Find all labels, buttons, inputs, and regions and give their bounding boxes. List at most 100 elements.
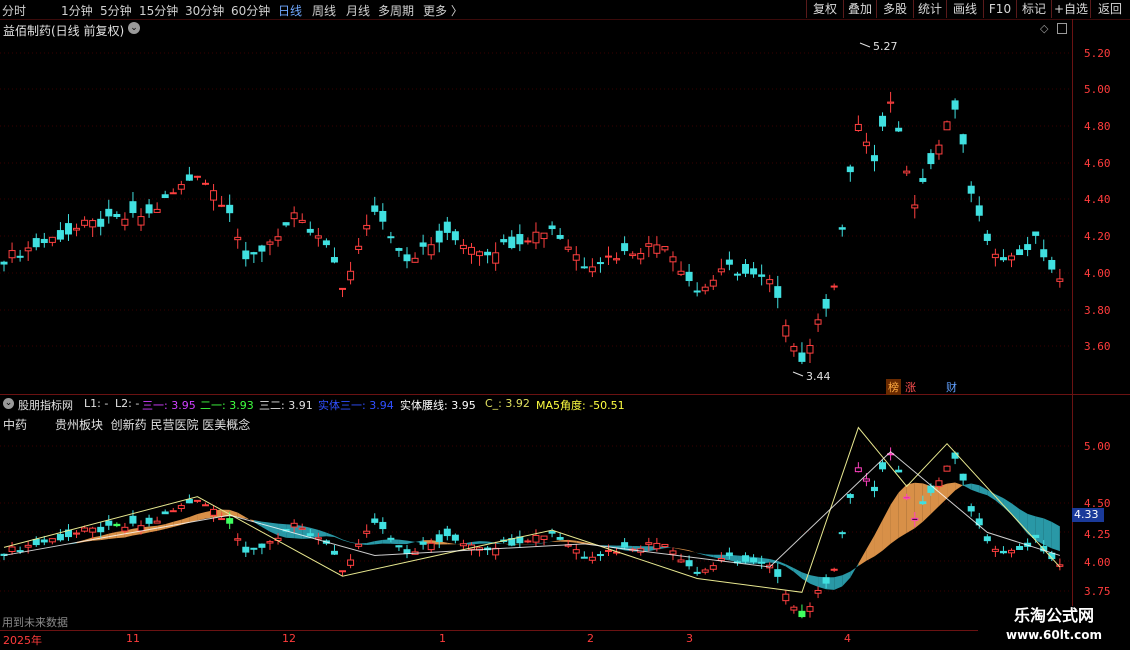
- candle-body: [395, 248, 403, 251]
- draw-line-button[interactable]: 画线: [946, 0, 983, 18]
- candle-body: [492, 252, 500, 264]
- ma-band-segment: [527, 543, 536, 545]
- f10-button[interactable]: F10: [983, 0, 1016, 18]
- indicator-candle-body: [226, 518, 234, 524]
- indicator-candle-body: [395, 545, 403, 548]
- indicator-candle-body: [435, 534, 443, 543]
- period-fenshi[interactable]: 分时: [2, 2, 26, 19]
- event-tag-rank[interactable]: 榜: [886, 379, 901, 395]
- ma-band-segment: [955, 482, 964, 491]
- candle-body: [879, 115, 887, 127]
- overlay-button[interactable]: 叠加: [843, 0, 876, 18]
- candle-body: [153, 208, 161, 213]
- indicator-candle-body: [129, 515, 137, 524]
- indicator-candle-body: [193, 499, 201, 502]
- ma-band-segment: [261, 521, 270, 532]
- candle-body: [1008, 255, 1015, 261]
- candle-body: [298, 219, 306, 223]
- period-60min[interactable]: 60分钟: [231, 2, 270, 19]
- ma-band-segment: [785, 564, 794, 572]
- adjust-button[interactable]: 复权: [806, 0, 843, 18]
- indicator-candle-body: [403, 549, 411, 554]
- candle-body: [532, 231, 540, 244]
- indicator-candle-body: [548, 531, 556, 534]
- candle-body: [596, 262, 604, 265]
- high-pointer: [859, 42, 871, 48]
- ma-band-segment: [407, 540, 416, 545]
- candle-body: [451, 231, 459, 241]
- candle-body: [16, 255, 24, 258]
- period-multi[interactable]: 多周期: [378, 2, 414, 19]
- candle-body: [8, 250, 16, 259]
- candle-body: [564, 246, 572, 250]
- time-axis-label: 4: [844, 632, 851, 645]
- event-tag-rise[interactable]: 涨: [903, 379, 918, 395]
- price-tick: 4.40: [1084, 193, 1111, 206]
- back-button[interactable]: 返回: [1090, 0, 1129, 18]
- add-watchlist-button[interactable]: +自选: [1051, 0, 1090, 18]
- indicator-candle-body: [870, 486, 878, 492]
- indicator-candle-body: [532, 534, 540, 543]
- indicator-candle-body: [298, 527, 306, 530]
- time-axis-label: 3: [686, 632, 693, 645]
- candlestick-chart[interactable]: 5.27 3.44: [0, 19, 1072, 394]
- candle-body: [242, 250, 250, 260]
- indicator-candle-body: [177, 505, 185, 509]
- indicator-candle-body: [363, 530, 371, 534]
- indicator-chart[interactable]: [0, 395, 1072, 630]
- candle-body: [822, 298, 830, 309]
- period-daily[interactable]: 日线: [278, 2, 302, 19]
- candle-body: [854, 123, 862, 132]
- indicator-candle-body: [919, 501, 927, 505]
- candle-body: [467, 246, 475, 255]
- candle-body: [983, 233, 991, 241]
- period-more[interactable]: 更多 〉: [423, 2, 463, 19]
- candle-body: [967, 185, 975, 194]
- candle-body: [895, 127, 903, 132]
- candle-body: [613, 258, 621, 261]
- candle-body: [862, 141, 870, 147]
- indicator-candle-body: [596, 554, 604, 557]
- candle-body: [185, 174, 193, 181]
- candle-body: [129, 201, 137, 214]
- indicator-candle-body: [250, 547, 258, 550]
- indicator-candle-body: [846, 494, 854, 498]
- period-30min[interactable]: 30分钟: [185, 2, 224, 19]
- candle-body: [846, 166, 854, 173]
- ma-band-segment: [914, 482, 923, 529]
- indicator-candle-body: [524, 540, 532, 543]
- indicator-candle-body: [169, 510, 177, 513]
- price-tick: 3.60: [1084, 340, 1111, 353]
- ma-band-segment: [310, 527, 319, 539]
- ma-band-segment: [834, 575, 843, 590]
- candle-body: [508, 236, 516, 249]
- ma-band-segment: [858, 549, 867, 566]
- period-monthly[interactable]: 月线: [346, 2, 370, 19]
- statistics-button[interactable]: 统计: [913, 0, 946, 18]
- period-5min[interactable]: 5分钟: [100, 2, 132, 19]
- current-value-badge: 4.33: [1072, 508, 1104, 522]
- high-price-label: 5.27: [873, 40, 898, 53]
- multi-stock-button[interactable]: 多股: [876, 0, 913, 18]
- mark-button[interactable]: 标记: [1016, 0, 1051, 18]
- indicator-candle-body: [685, 560, 693, 567]
- indicator-candle-body: [999, 550, 1007, 554]
- indicator-candle-body: [750, 557, 758, 563]
- candle-body: [790, 345, 798, 352]
- candle-body: [685, 271, 693, 282]
- candle-body: [371, 205, 379, 212]
- candle-body: [48, 236, 56, 243]
- event-tag-finance[interactable]: 财: [944, 379, 959, 395]
- candle-body: [959, 134, 967, 145]
- candle-body: [661, 246, 669, 251]
- candle-body: [113, 213, 121, 218]
- indicator-candle-body: [830, 568, 838, 571]
- candle-body: [330, 257, 338, 263]
- period-15min[interactable]: 15分钟: [139, 2, 178, 19]
- period-1min[interactable]: 1分钟: [61, 2, 93, 19]
- time-axis-divider: [0, 630, 1130, 631]
- period-weekly[interactable]: 周线: [312, 2, 336, 19]
- indicator-candle-body: [161, 511, 169, 515]
- indicator-candle-body: [202, 504, 209, 507]
- indicator-candle-body: [935, 480, 943, 487]
